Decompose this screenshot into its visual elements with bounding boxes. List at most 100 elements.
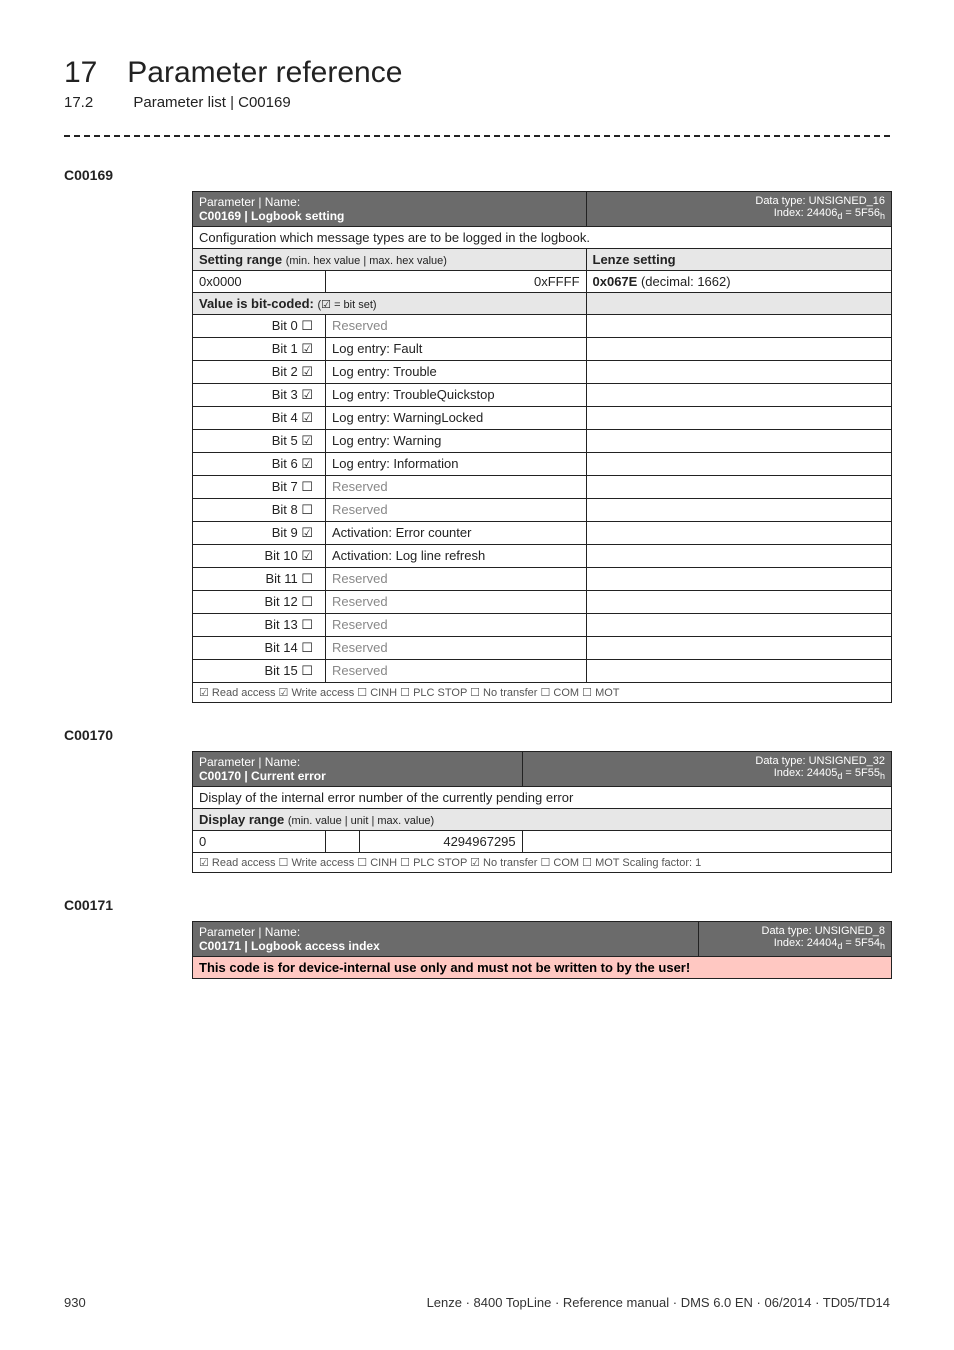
table-row: Setting range (min. hex value | max. hex… (193, 249, 892, 271)
table-row: Bit 5 ☑ Log entry: Warning (193, 430, 892, 453)
empty-cell (586, 614, 891, 637)
table-row: Bit 9 ☑ Activation: Error counter (193, 522, 892, 545)
display-range-text: Display range (199, 812, 284, 827)
table-row: Bit 4 ☑ Log entry: WarningLocked (193, 407, 892, 430)
table-row: Bit 13 ☐ Reserved (193, 614, 892, 637)
bit-text: Activation: Log line refresh (326, 545, 587, 568)
param-dtype: Data type: UNSIGNED_16 (755, 195, 885, 207)
lenze-decimal: (decimal: 1662) (641, 274, 731, 289)
param-label: Parameter | Name: (199, 755, 300, 769)
table-row: 0 4294967295 (193, 831, 892, 853)
empty-cell (586, 591, 891, 614)
table-row: Bit 2 ☑ Log entry: Trouble (193, 361, 892, 384)
table-row: Bit 8 ☐ Reserved (193, 499, 892, 522)
checkbox-icon: ☑ (301, 410, 313, 425)
bit-label: Bit 12 ☐ (193, 591, 326, 614)
bit-label: Bit 1 ☑ (193, 338, 326, 361)
table-row: Parameter | Name: C00171 | Logbook acces… (193, 922, 892, 957)
chapter-number: 17 (64, 56, 97, 90)
bit-label: Bit 7 ☐ (193, 476, 326, 499)
display-range-label: Display range (min. value | unit | max. … (193, 809, 892, 831)
empty-cell (586, 476, 891, 499)
table-row: This code is for device-internal use onl… (193, 957, 892, 979)
table-row: Bit 6 ☑ Log entry: Information (193, 453, 892, 476)
max-hex: 0xFFFF (494, 271, 587, 293)
empty-cell (586, 453, 891, 476)
bit-label: Bit 8 ☐ (193, 499, 326, 522)
bit-text: Log entry: WarningLocked (326, 407, 587, 430)
footer-meta: Lenze · 8400 TopLine · Reference manual … (427, 1295, 890, 1310)
param-id-c00169: C00169 (64, 167, 890, 183)
checkbox-icon: ☐ (301, 479, 313, 494)
param-name-cell: Parameter | Name: C00171 | Logbook acces… (193, 922, 699, 957)
table-row: Bit 10 ☑ Activation: Log line refresh (193, 545, 892, 568)
param-dtype: Data type: UNSIGNED_8 (762, 925, 886, 937)
bit-text: Activation: Error counter (326, 522, 587, 545)
param-label: Parameter | Name: (199, 925, 300, 939)
empty-cell (586, 361, 891, 384)
bit-label: Bit 10 ☑ (193, 545, 326, 568)
table-row: ☑ Read access ☑ Write access ☐ CINH ☐ PL… (193, 683, 892, 703)
bit-text: Reserved (326, 660, 587, 683)
param-dtype-cell: Data type: UNSIGNED_32 Index: 24405d = 5… (522, 752, 891, 787)
bit-text: Reserved (326, 315, 587, 338)
bit-label: Bit 11 ☐ (193, 568, 326, 591)
checkbox-icon: ☑ (301, 387, 313, 402)
bit-label: Bit 6 ☑ (193, 453, 326, 476)
table-row: Bit 12 ☐ Reserved (193, 591, 892, 614)
bit-text: Reserved (326, 499, 587, 522)
table-row: Bit 14 ☐ Reserved (193, 637, 892, 660)
empty-cell (586, 522, 891, 545)
bit-text: Reserved (326, 476, 587, 499)
param-name: C00169 | Logbook setting (199, 209, 344, 223)
empty-cell (586, 499, 891, 522)
table-row: Parameter | Name: C00169 | Logbook setti… (193, 192, 892, 227)
empty-cell (522, 831, 891, 853)
bit-label: Bit 5 ☑ (193, 430, 326, 453)
access-flags: ☑ Read access ☑ Write access ☐ CINH ☐ PL… (193, 683, 892, 703)
param-desc: Display of the internal error number of … (193, 787, 892, 809)
bit-text: Log entry: TroubleQuickstop (326, 384, 587, 407)
empty-cell (586, 430, 891, 453)
param-index: Index: 24404d = 5F54h (774, 937, 885, 949)
section-number: 17.2 (64, 94, 93, 111)
table-row: Bit 11 ☐ Reserved (193, 568, 892, 591)
table-row: Display range (min. value | unit | max. … (193, 809, 892, 831)
bit-label: Bit 14 ☐ (193, 637, 326, 660)
section-header: 17.2 Parameter list | C00169 (64, 94, 890, 111)
bit-text: Reserved (326, 591, 587, 614)
min-hex: 0x0000 (193, 271, 326, 293)
checkbox-icon: ☐ (301, 663, 313, 678)
config-desc: Configuration which message types are to… (193, 227, 892, 249)
checkbox-icon: ☑ (301, 548, 313, 563)
param-index: Index: 24405d = 5F55h (774, 767, 885, 779)
bit-label: Bit 4 ☑ (193, 407, 326, 430)
param-name-cell: Parameter | Name: C00170 | Current error (193, 752, 523, 787)
table-row: ☑ Read access ☐ Write access ☐ CINH ☐ PL… (193, 853, 892, 873)
bitset-sub: (☑ = bit set) (317, 299, 376, 311)
empty-cell (586, 315, 891, 338)
table-row: 0x0000 0xFFFF 0x067E (decimal: 1662) (193, 271, 892, 293)
bit-text: Reserved (326, 637, 587, 660)
lenze-setting-label: Lenze setting (586, 249, 891, 271)
bit-label: Bit 9 ☑ (193, 522, 326, 545)
table-row: Bit 3 ☑ Log entry: TroubleQuickstop (193, 384, 892, 407)
param-name: C00171 | Logbook access index (199, 939, 380, 953)
empty-cell (586, 637, 891, 660)
table-c00170: Parameter | Name: C00170 | Current error… (192, 751, 892, 873)
empty-cell (586, 384, 891, 407)
bit-text: Log entry: Warning (326, 430, 587, 453)
lenze-value-cell: 0x067E (decimal: 1662) (586, 271, 891, 293)
checkbox-icon: ☐ (301, 502, 313, 517)
empty-cell (586, 568, 891, 591)
chapter-title: Parameter reference (127, 56, 402, 89)
max-value: 4294967295 (359, 831, 522, 853)
empty-cell (586, 293, 891, 315)
table-row: Bit 0 ☐ Reserved (193, 315, 892, 338)
page-footer: 930 Lenze · 8400 TopLine · Reference man… (64, 1295, 890, 1310)
bit-label: Bit 15 ☐ (193, 660, 326, 683)
warning-text: This code is for device-internal use onl… (193, 957, 892, 979)
checkbox-icon: ☐ (301, 571, 313, 586)
param-id-c00170: C00170 (64, 727, 890, 743)
section-title: Parameter list | C00169 (133, 94, 290, 111)
